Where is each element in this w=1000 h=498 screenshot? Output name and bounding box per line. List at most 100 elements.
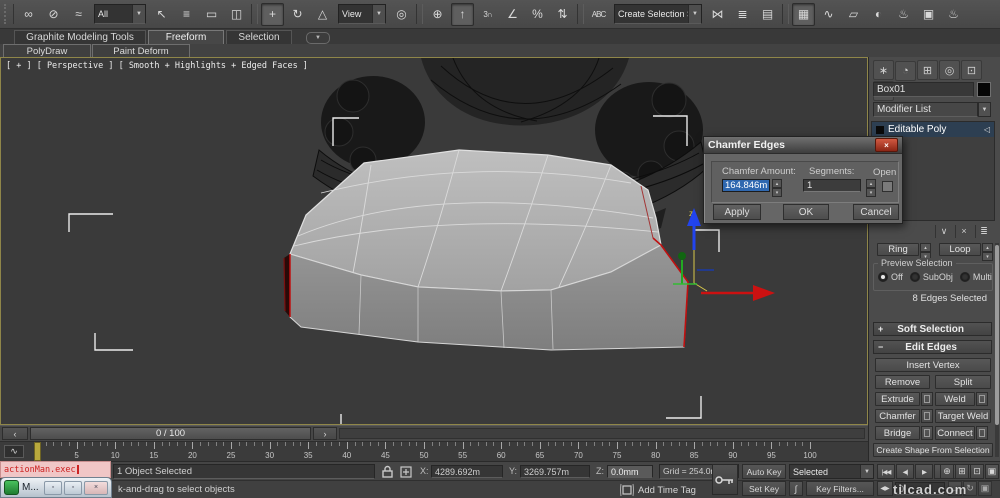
named-selection-set-combo[interactable]: Create Selection Se▼ [614, 4, 702, 24]
z-coordinate-field[interactable]: 0.0mm [607, 465, 653, 478]
unlink-selection-icon[interactable]: ⊘ [42, 3, 65, 26]
subtab-paint-deform[interactable]: Paint Deform [92, 44, 190, 58]
rendered-frame-icon[interactable]: ▣ [917, 3, 940, 26]
modifier-list-arrow[interactable]: ▼ [978, 102, 991, 117]
time-tag-icon[interactable] [620, 483, 634, 497]
bridge-button[interactable]: Bridge [875, 426, 920, 440]
zoom-icon[interactable]: ⊕ [940, 464, 954, 479]
selection-filter-combo[interactable]: All ▼ [94, 4, 146, 24]
set-keys-button[interactable] [712, 464, 738, 495]
time-slider-track[interactable] [339, 428, 865, 439]
select-and-link-icon[interactable]: ∞ [17, 3, 40, 26]
chamfer-amount-spinner[interactable]: ▴ ▾ [772, 179, 782, 197]
apply-button[interactable]: Apply [713, 204, 761, 220]
remove-modifier-icon[interactable]: × [955, 224, 972, 238]
mini-window-minimize-button[interactable]: ▫ [44, 480, 62, 495]
subtab-polydraw[interactable]: PolyDraw [3, 44, 91, 58]
cancel-button[interactable]: Cancel [853, 204, 899, 220]
select-object-icon[interactable]: ↖ [150, 3, 173, 26]
chamfer-edges-dialog[interactable]: Chamfer Edges × Chamfer Amount: Segments… [703, 136, 903, 224]
display-tab-icon[interactable]: ⊡ [961, 60, 982, 80]
edit-edges-rollout[interactable]: − Edit Edges [873, 340, 992, 354]
object-name-field[interactable]: Box01 [873, 82, 974, 97]
extrude-settings-button[interactable] [921, 392, 933, 406]
connect-button[interactable]: Connect [935, 426, 975, 440]
set-key-button[interactable]: Set Key [742, 481, 786, 496]
go-to-start-button[interactable]: |◀◀ [877, 464, 895, 479]
create-shape-button[interactable]: Create Shape From Selection [873, 443, 993, 457]
default-tangent-button[interactable]: ∫ [789, 481, 803, 496]
maxscript-mini-listener[interactable]: actionMan.exec [0, 461, 111, 478]
angle-snap-icon[interactable]: ∠ [501, 3, 524, 26]
mini-curve-editor-icon[interactable]: ∿ [4, 445, 24, 458]
add-time-tag-button[interactable]: Add Time Tag [638, 483, 708, 497]
insert-vertex-button[interactable]: Insert Vertex [875, 358, 991, 372]
track-bar-ruler[interactable]: 0510152025303540455055606570758085909510… [30, 442, 836, 461]
motion-tab-icon[interactable]: ◎ [939, 60, 960, 80]
viewport-scene[interactable]: z [1, 58, 867, 424]
play-button[interactable]: ▶ [915, 464, 933, 479]
render-setup-icon[interactable]: ♨ [892, 3, 915, 26]
keyboard-override-icon[interactable]: ↑ [451, 2, 474, 26]
rectangular-selection-region-icon[interactable]: ▭ [200, 3, 223, 26]
previous-frame-arrow[interactable]: ‹ [2, 427, 28, 440]
preview-multi-radio[interactable]: Multi [959, 272, 992, 282]
loop-button[interactable]: Loop [939, 243, 981, 256]
panel-scrollbar[interactable] [995, 243, 999, 457]
select-and-scale-icon[interactable]: △ [311, 3, 334, 26]
tab-graphite-modeling-tools[interactable]: Graphite Modeling Tools [14, 30, 146, 44]
key-mode-toggle[interactable]: ◀▶ [877, 481, 893, 496]
zoom-extents-icon[interactable]: ⊡ [970, 464, 984, 479]
chamfer-button[interactable]: Chamfer [875, 409, 920, 423]
extrude-button[interactable]: Extrude [875, 392, 920, 406]
select-and-manipulate-icon[interactable]: ⊕ [426, 3, 449, 26]
zoom-all-icon[interactable]: ⊞ [955, 464, 969, 479]
time-slider-handle[interactable]: 0 / 100 [30, 427, 311, 440]
segments-spinner[interactable]: ▴ ▾ [866, 179, 876, 197]
reference-coordinate-combo[interactable]: View ▼ [338, 4, 386, 24]
configure-modifier-sets-icon[interactable]: ≣ [975, 224, 992, 238]
schematic-view-icon[interactable]: ▱ [842, 3, 865, 26]
auto-key-button[interactable]: Auto Key [742, 464, 786, 479]
select-by-name-icon[interactable]: ≡ [175, 3, 198, 26]
stack-item-editable-poly[interactable]: Editable Poly ◁ [872, 122, 994, 137]
next-frame-arrow[interactable]: › [313, 427, 337, 440]
ok-button[interactable]: OK [783, 204, 829, 220]
perspective-viewport[interactable]: [ + ] [ Perspective ] [ Smooth + Highlig… [0, 57, 868, 425]
bridge-settings-button[interactable] [921, 426, 933, 440]
graphite-ribbon-toggle-icon[interactable]: ▦ [792, 2, 815, 26]
tab-freeform[interactable]: Freeform [148, 30, 224, 44]
preview-off-radio[interactable]: Off [878, 272, 903, 282]
percent-snap-icon[interactable]: % [526, 3, 549, 26]
mirror-icon[interactable]: ⋈ [706, 3, 729, 26]
open-checkbox[interactable] [882, 181, 893, 192]
hierarchy-tab-icon[interactable]: ⊞ [917, 60, 938, 80]
previous-frame-button[interactable]: ◀| [896, 464, 914, 479]
chamfer-amount-input[interactable]: 164.846m [722, 179, 770, 192]
ribbon-minimize-button[interactable]: ▼ [306, 32, 330, 44]
preview-subobj-radio[interactable]: SubObj [909, 272, 953, 282]
key-filter-dropdown[interactable]: Selected ▼ [789, 464, 874, 479]
y-coordinate-field[interactable]: 3269.757m [520, 465, 590, 478]
absolute-offset-toggle-icon[interactable] [399, 465, 413, 478]
split-button[interactable]: Split [935, 375, 991, 389]
bind-to-space-warp-icon[interactable]: ≈ [67, 3, 90, 26]
window-crossing-icon[interactable]: ◫ [225, 3, 248, 26]
tab-selection[interactable]: Selection [226, 30, 292, 44]
current-frame-marker[interactable] [34, 442, 41, 461]
segments-input[interactable]: 1 [803, 179, 861, 192]
target-weld-button[interactable]: Target Weld [935, 409, 991, 423]
select-and-move-icon[interactable]: + [261, 2, 284, 26]
key-filters-button[interactable]: Key Filters... [806, 481, 874, 496]
ring-button[interactable]: Ring [877, 243, 919, 256]
mini-window-restore-button[interactable]: ▫ [64, 480, 82, 495]
dialog-titlebar[interactable]: Chamfer Edges × [704, 137, 902, 154]
loop-spinner[interactable]: ▴ ▾ [982, 243, 993, 261]
curve-editor-icon[interactable]: ∿ [817, 3, 840, 26]
x-coordinate-field[interactable]: 4289.692m [431, 465, 503, 478]
modify-tab-icon[interactable]: ◔ [895, 60, 916, 81]
show-end-result-icon[interactable]: ∨ [935, 224, 952, 238]
layer-manager-icon[interactable]: ▤ [756, 3, 779, 26]
selection-lock-icon[interactable] [381, 465, 394, 478]
material-editor-icon[interactable]: ◐ [867, 3, 890, 26]
